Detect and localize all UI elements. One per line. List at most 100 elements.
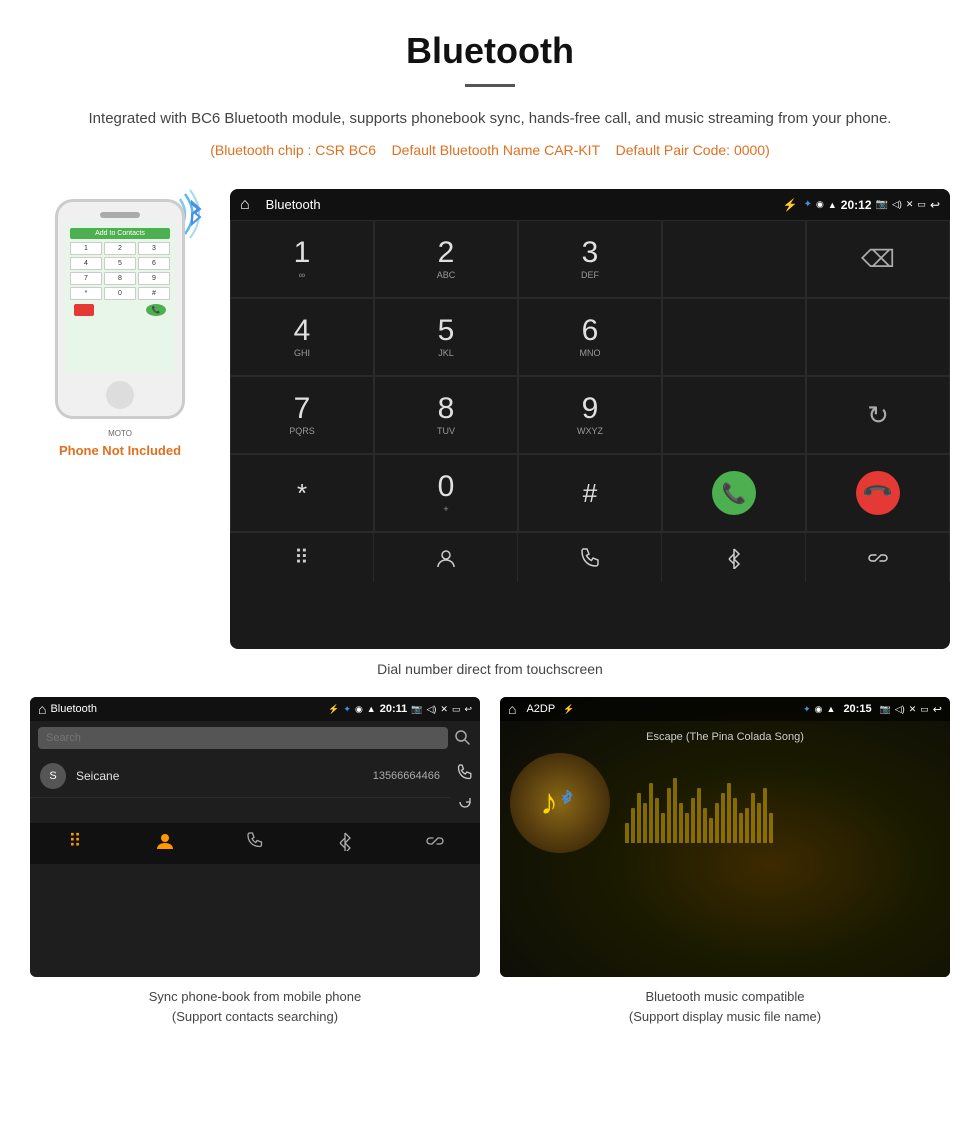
pb-nav-dialpad[interactable]: ⠿ [30, 831, 120, 856]
pb-home-icon[interactable]: ⌂ [38, 701, 46, 717]
music-back-icon[interactable]: ↩ [933, 703, 942, 716]
pb-contact-item[interactable]: S Seicane 13566664466 [30, 755, 450, 798]
dial-key-hash[interactable]: # [518, 454, 662, 532]
dial-key-reload[interactable]: ↻ [806, 376, 950, 454]
music-location: ◉ [815, 704, 823, 715]
music-usb-icon: ⚡ [563, 704, 574, 715]
dial-key-4[interactable]: 4GHI [230, 298, 374, 376]
phone-keypad: 1 2 3 4 5 6 7 8 9 * 0 # [70, 242, 170, 300]
home-icon[interactable]: ⌂ [240, 196, 250, 214]
nav-link[interactable] [806, 533, 950, 582]
waveform-bar [643, 803, 647, 843]
dial-key-3[interactable]: 3DEF [518, 220, 662, 298]
phone-illustration-container: Add to Contacts 1 2 3 4 5 6 7 8 9 * [30, 189, 210, 458]
music-status-bar: ⌂ A2DP ⚡ ✦ ◉ ▲ 20:15 📷 ◁) ✕ ▭ ↩ [500, 697, 950, 721]
window-icon[interactable]: ▭ [917, 199, 926, 210]
music-album-art: ♪ [510, 753, 610, 853]
page-title: Bluetooth [60, 30, 920, 72]
waveform-bar [691, 798, 695, 843]
pb-close-icon[interactable]: ✕ [440, 704, 448, 715]
music-song-title: Escape (The Pina Colada Song) [646, 731, 804, 743]
search-input[interactable] [38, 727, 448, 749]
phone-key: 5 [104, 257, 136, 270]
dial-key-0[interactable]: 0+ [374, 454, 518, 532]
waveform-bar [679, 803, 683, 843]
waveform-bar [709, 818, 713, 843]
contact-number: 13566664466 [373, 770, 440, 782]
music-window-icon[interactable]: ▭ [920, 704, 929, 715]
pb-contact-area: S Seicane 13566664466 [30, 755, 480, 819]
contact-name: Seicane [76, 769, 363, 783]
dial-key-6[interactable]: 6MNO [518, 298, 662, 376]
dial-key-5[interactable]: 5JKL [374, 298, 518, 376]
pb-nav-phone[interactable] [210, 831, 300, 856]
bt-name: Default Bluetooth Name CAR-KIT [392, 142, 601, 158]
pb-usb-icon: ⚡ [328, 704, 339, 715]
close-icon[interactable]: ✕ [906, 199, 914, 210]
dial-key-8[interactable]: 8TUV [374, 376, 518, 454]
music-time: 20:15 [843, 703, 871, 715]
waveform-bar [721, 793, 725, 843]
waveform-bar [763, 788, 767, 843]
camera-icon[interactable]: 📷 [876, 199, 888, 210]
dialer-status-bar: ⌂ Bluetooth ⚡ ✦ ◉ ▲ 20:12 📷 ◁) ✕ ▭ ↩ [230, 189, 950, 220]
music-close-icon[interactable]: ✕ [909, 704, 917, 715]
back-icon[interactable]: ↩ [930, 198, 940, 212]
nav-bluetooth[interactable] [662, 533, 806, 582]
dial-section: Add to Contacts 1 2 3 4 5 6 7 8 9 * [30, 189, 950, 649]
dial-key-end[interactable]: 📞 [806, 454, 950, 532]
music-waveform [625, 763, 940, 843]
waveform-bar [649, 783, 653, 843]
phone-screen-header: Add to Contacts [70, 228, 170, 239]
pb-vol-icon[interactable]: ◁) [426, 704, 436, 715]
volume-icon[interactable]: ◁) [892, 199, 902, 210]
dial-key-1[interactable]: 1∞ [230, 220, 374, 298]
pb-nav-contacts[interactable] [120, 831, 210, 856]
nav-dialpad[interactable]: ⠿ [230, 533, 374, 582]
call-icon: 📞 [712, 471, 756, 515]
waveform-bar [745, 808, 749, 843]
pb-nav-bt[interactable] [300, 831, 390, 856]
pb-reload-icon[interactable] [456, 793, 474, 811]
waveform-bar [739, 813, 743, 843]
pb-back-icon[interactable]: ↩ [464, 704, 472, 715]
phonebook-caption: Sync phone-book from mobile phone (Suppo… [30, 987, 480, 1026]
waveform-bar [703, 808, 707, 843]
dial-key-2[interactable]: 2ABC [374, 220, 518, 298]
phonebook-caption-line1: Sync phone-book from mobile phone [149, 989, 361, 1004]
music-vol-icon[interactable]: ◁) [895, 704, 905, 715]
waveform-bar [769, 813, 773, 843]
phone-key: 4 [70, 257, 102, 270]
phone-speaker [100, 212, 140, 218]
phone-key: 1 [70, 242, 102, 255]
dial-key-empty-3 [806, 298, 950, 376]
music-wifi: ▲ [827, 704, 836, 714]
dial-key-7[interactable]: 7PQRS [230, 376, 374, 454]
dial-key-9[interactable]: 9WXYZ [518, 376, 662, 454]
phone-key: 3 [138, 242, 170, 255]
waveform-bar [655, 798, 659, 843]
music-camera-icon[interactable]: 📷 [880, 704, 891, 715]
dial-key-star[interactable]: * [230, 454, 374, 532]
waveform-bar [685, 813, 689, 843]
music-album-area: ♪ [510, 753, 940, 853]
location-icon: ◉ [816, 199, 824, 210]
dial-key-backspace[interactable]: ⌫ [806, 220, 950, 298]
dial-key-call[interactable]: 📞 [662, 454, 806, 532]
pb-window-icon[interactable]: ▭ [452, 704, 461, 715]
waveform-bar [625, 823, 629, 843]
dial-key-empty-4 [662, 376, 806, 454]
phone-key: 6 [138, 257, 170, 270]
waveform-bar [667, 788, 671, 843]
music-home-icon[interactable]: ⌂ [508, 701, 516, 717]
dial-caption: Dial number direct from touchscreen [30, 661, 950, 677]
phonebook-card: ⌂ Bluetooth ⚡ ✦ ◉ ▲ 20:11 📷 ◁) ✕ ▭ ↩ [30, 697, 480, 1026]
nav-contacts[interactable] [374, 533, 518, 582]
pb-nav-link[interactable] [390, 831, 480, 856]
search-icon[interactable] [454, 729, 472, 747]
nav-phone[interactable] [518, 533, 662, 582]
pb-phone-icon[interactable] [456, 763, 474, 781]
phone-key: # [138, 287, 170, 300]
page-header: Bluetooth Integrated with BC6 Bluetooth … [0, 0, 980, 189]
pb-camera-icon[interactable]: 📷 [411, 704, 422, 715]
